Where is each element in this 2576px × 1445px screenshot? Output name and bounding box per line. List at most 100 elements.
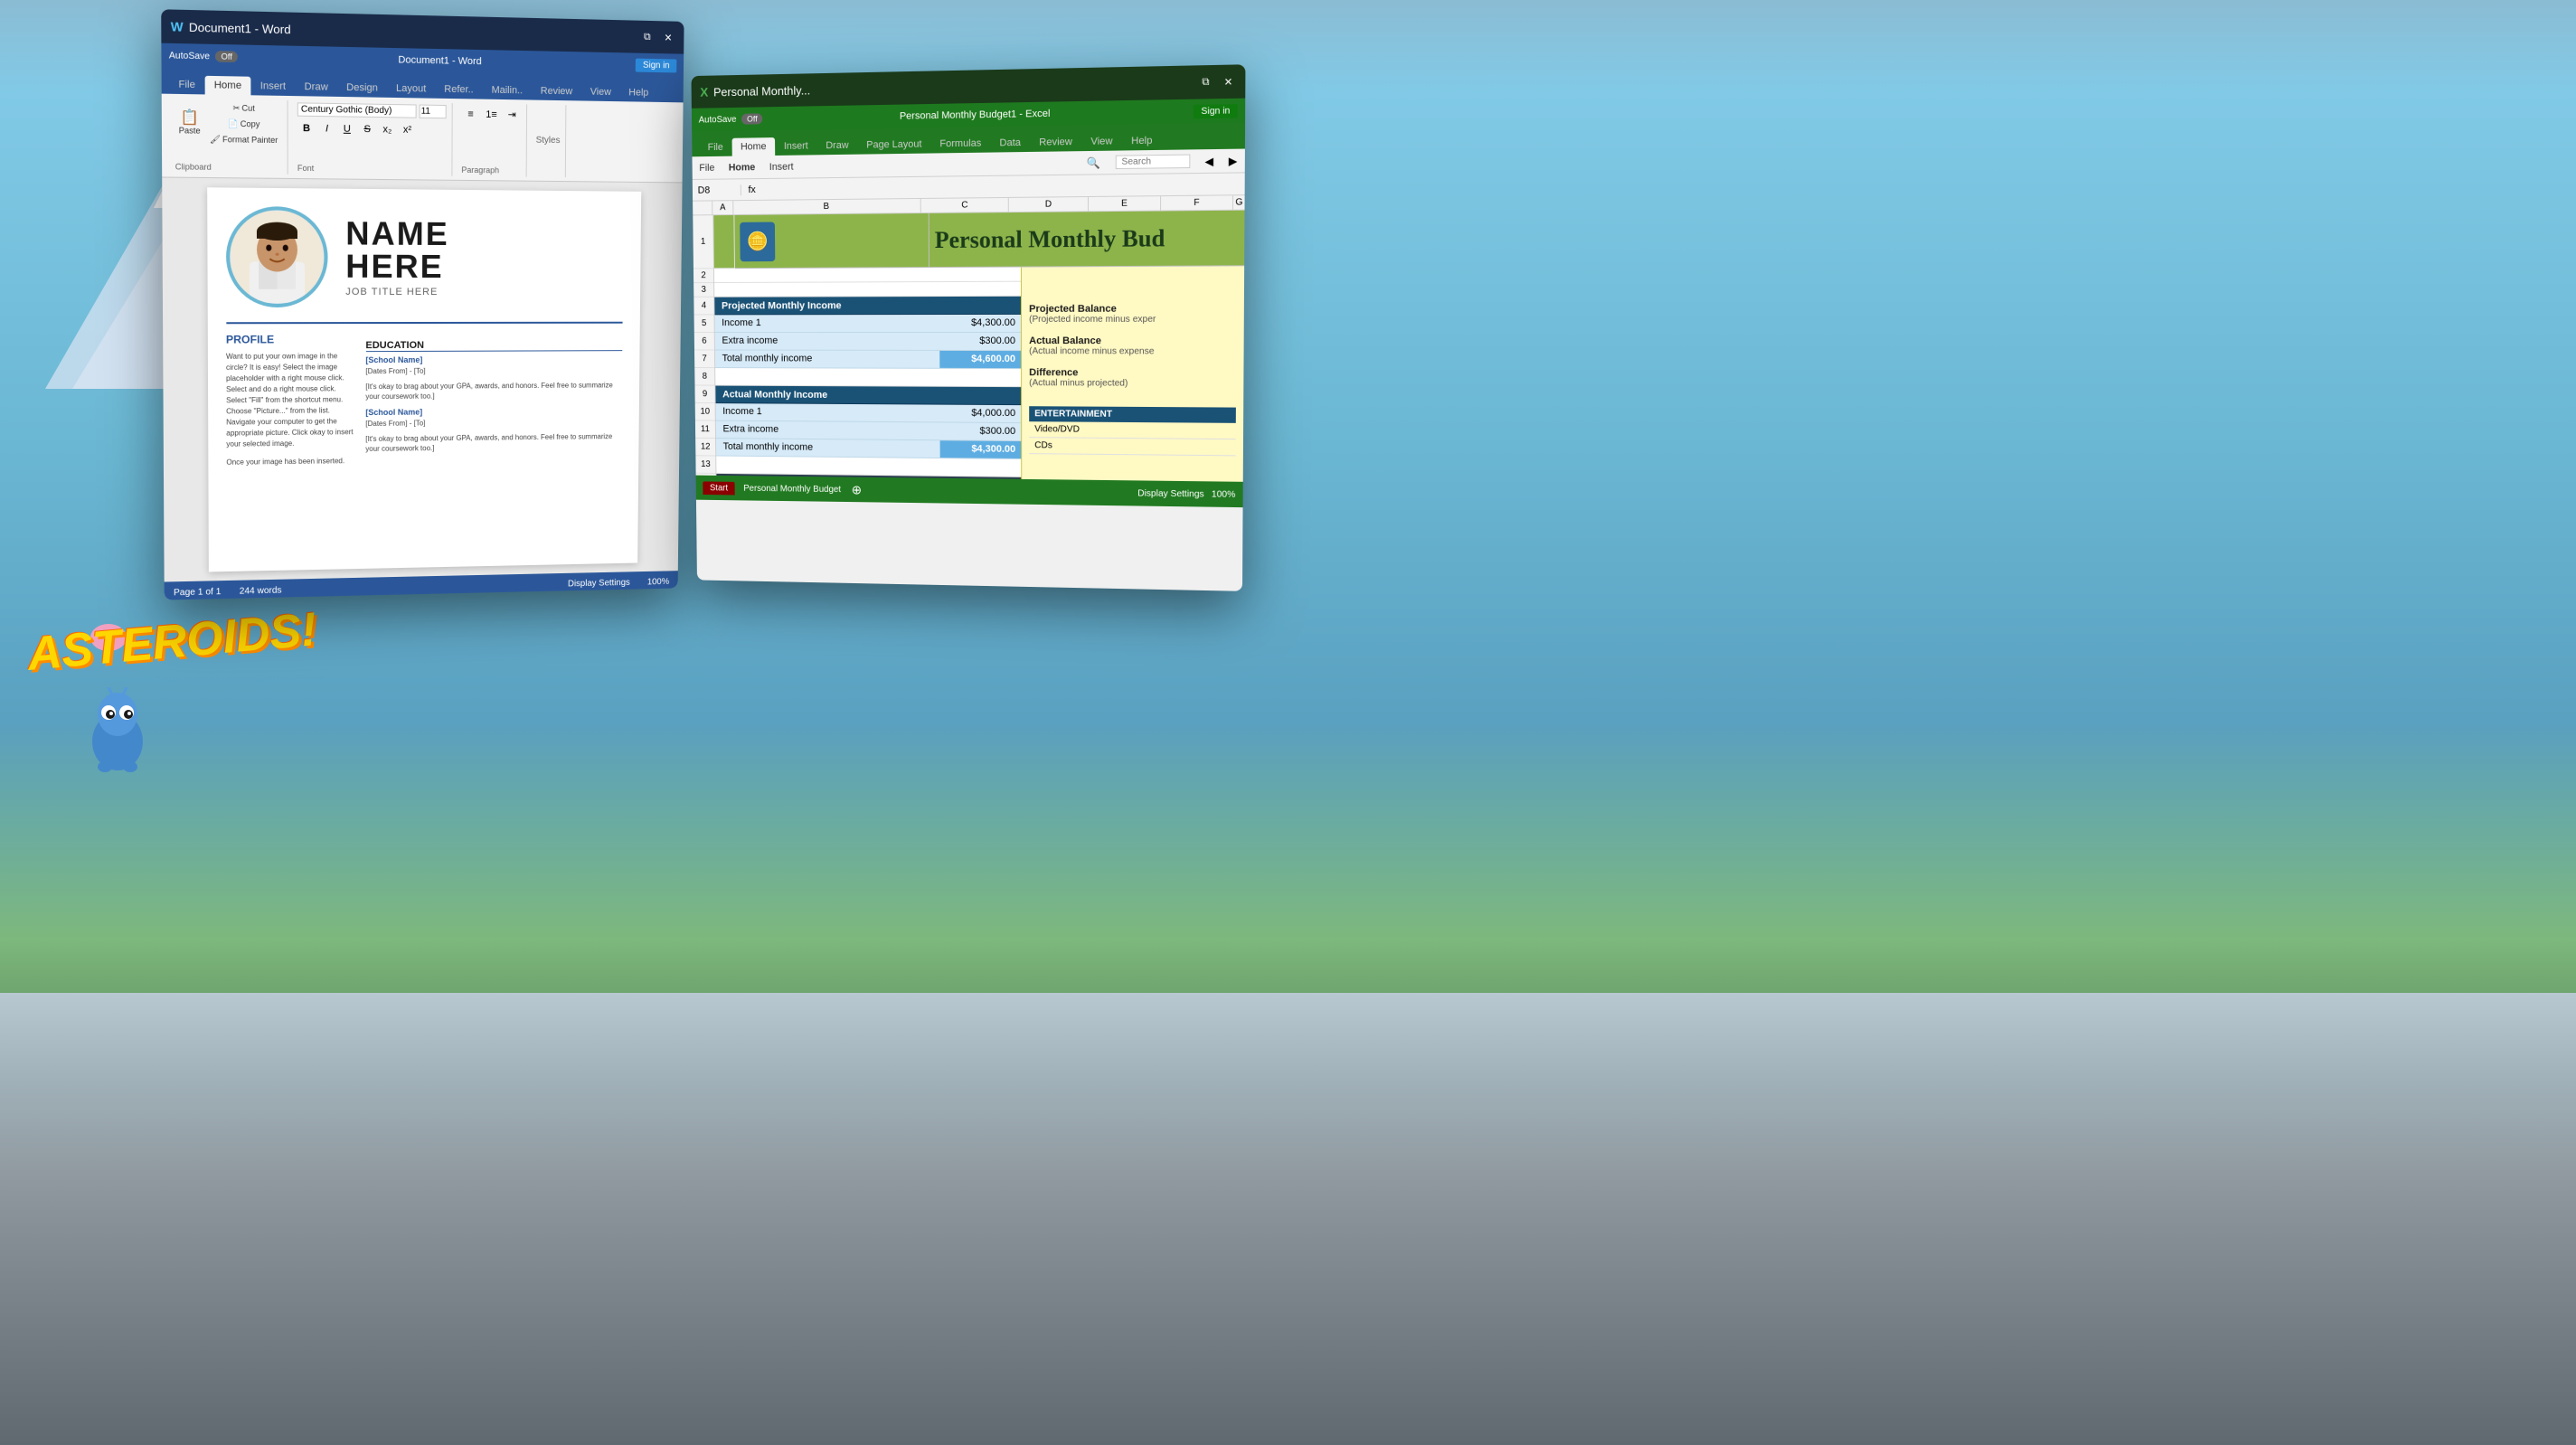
excel-spreadsheet: A B C D E F G 1 2 3 4 5 6 7 8 9 10 11 — [693, 195, 1245, 482]
excel-nav-forward[interactable]: ▶ — [1229, 154, 1238, 167]
row-num-3: 3 — [694, 283, 713, 298]
font-name-input[interactable] — [297, 102, 417, 118]
projected-extra-row[interactable]: Extra income $300.00 — [715, 333, 1021, 351]
blank-row-8 — [715, 368, 1021, 387]
copy-button[interactable]: 📄Copy — [206, 117, 282, 132]
projected-income-header: Projected Monthly Income — [714, 297, 1021, 316]
cell-a1[interactable] — [713, 215, 735, 269]
italic-button[interactable]: I — [317, 119, 335, 138]
word-page-status: Page 1 of 1 — [174, 587, 221, 598]
excel-insert-label[interactable]: Insert — [769, 161, 794, 172]
actual-income1-amount: $4,000.00 — [939, 405, 1021, 423]
actual-income1-row[interactable]: Income 1 $4,000.00 — [716, 403, 1022, 423]
excel-budget-title-cell[interactable]: 🪙 — [734, 213, 929, 269]
doc-right-column: EDUCATION [School Name] [Dates From] - [… — [365, 333, 622, 467]
word-tab-layout[interactable]: Layout — [387, 79, 435, 98]
cut-button[interactable]: ✂Cut — [206, 100, 282, 116]
col-header-e: E — [1089, 196, 1161, 211]
word-tab-references[interactable]: Refer.. — [435, 80, 482, 99]
entertainment-cds-row[interactable]: CDs — [1029, 438, 1235, 456]
superscript-button[interactable]: x² — [398, 120, 416, 139]
excel-autosave-toggle[interactable]: Off — [741, 113, 762, 124]
excel-display-settings[interactable]: Display Settings — [1137, 488, 1204, 499]
word-close-button[interactable]: ✕ — [661, 30, 675, 44]
word-tab-insert[interactable]: Insert — [250, 77, 295, 96]
school2-dates: [Dates From] - [To] — [365, 416, 621, 429]
person-illustration — [231, 211, 323, 303]
projected-total-row[interactable]: Total monthly income $4,600.00 — [715, 351, 1021, 370]
word-display-settings[interactable]: Display Settings — [568, 578, 630, 589]
actual-income-header: Actual Monthly Income — [715, 386, 1021, 406]
excel-cell-reference[interactable]: D8 — [698, 184, 741, 195]
sheet-tab-start[interactable]: Start — [703, 481, 735, 495]
font-size-input[interactable] — [420, 104, 447, 118]
underline-button[interactable]: U — [338, 119, 356, 138]
word-word-count: 244 words — [240, 585, 282, 596]
actual-extra-label: Extra income — [716, 421, 940, 440]
profile-image-circle[interactable] — [225, 206, 327, 307]
excel-search-input[interactable] — [1115, 155, 1190, 169]
excel-add-sheet[interactable]: ⊕ — [852, 482, 863, 497]
name-section: NAMEHERE JOB TITLE HERE — [345, 217, 623, 298]
strikethrough-button[interactable]: S — [358, 119, 376, 138]
col-header-c: C — [921, 198, 1009, 212]
bold-button[interactable]: B — [297, 118, 316, 137]
numbering-button[interactable]: 1≡ — [482, 105, 500, 123]
word-tab-help[interactable]: Help — [620, 83, 658, 102]
excel-home-label[interactable]: Home — [729, 162, 756, 173]
excel-file-label[interactable]: File — [699, 162, 714, 173]
excel-tab-help[interactable]: Help — [1122, 131, 1162, 150]
excel-tab-review[interactable]: Review — [1030, 133, 1081, 152]
excel-tab-home[interactable]: Home — [731, 137, 775, 156]
excel-tab-view[interactable]: View — [1081, 132, 1122, 151]
doc-left-column: PROFILE Want to put your own image in th… — [226, 333, 354, 468]
excel-formula-input[interactable] — [763, 184, 1240, 189]
word-tab-mailings[interactable]: Mailin.. — [483, 80, 532, 99]
entertainment-header: ENTERTAINMENT — [1029, 406, 1236, 423]
projected-income1-amount: $4,300.00 — [939, 315, 1021, 332]
excel-tab-file[interactable]: File — [699, 138, 732, 156]
excel-autosave-label: AutoSave — [699, 114, 737, 125]
word-signin-area[interactable]: Sign in — [636, 58, 676, 72]
excel-tab-pagelayout[interactable]: Page Layout — [857, 135, 930, 154]
excel-window[interactable]: X Personal Monthly... ⧉ ✕ AutoSave Off P… — [691, 64, 1245, 591]
word-tab-view[interactable]: View — [581, 82, 620, 101]
word-tab-design[interactable]: Design — [337, 78, 387, 97]
paste-button[interactable]: 📋 Paste — [175, 109, 203, 137]
entertainment-dvd-row[interactable]: Video/DVD — [1029, 421, 1236, 439]
blank-row-2 — [714, 268, 1021, 283]
excel-window-title: Personal Monthly... — [713, 83, 810, 99]
word-window[interactable]: W Document1 - Word ⧉ ✕ AutoSave Off Docu… — [161, 9, 684, 600]
projected-balance-title: Projected Balance — [1029, 303, 1236, 315]
word-restore-button[interactable]: ⧉ — [640, 30, 655, 44]
excel-close-button[interactable]: ✕ — [1221, 74, 1236, 90]
excel-signin-btn[interactable]: Sign in — [1194, 103, 1238, 118]
word-window-title: Document1 - Word — [189, 20, 291, 36]
excel-nav-back[interactable]: ◀ — [1204, 155, 1213, 168]
excel-full-title: Personal Monthly Budget1 - Excel — [768, 106, 1188, 124]
projected-total-amount: $4,600.00 — [939, 351, 1021, 368]
name-placeholder: NAMEHERE — [345, 217, 623, 283]
excel-budget-title-text-cell[interactable]: Personal Monthly Bud — [929, 211, 1245, 268]
row-num-2: 2 — [694, 269, 713, 283]
subscript-button[interactable]: x₂ — [378, 120, 396, 139]
word-autosave-toggle[interactable]: Off — [215, 51, 238, 62]
excel-tab-insert[interactable]: Insert — [775, 137, 817, 156]
paragraph-section: ≡ 1≡ ⇥ Paragraph — [456, 103, 527, 176]
projected-income1-row[interactable]: Income 1 $4,300.00 — [714, 315, 1021, 333]
excel-restore-button[interactable]: ⧉ — [1198, 74, 1213, 90]
word-tab-draw[interactable]: Draw — [295, 78, 337, 97]
excel-tab-formulas[interactable]: Formulas — [930, 134, 990, 153]
format-painter-button[interactable]: 🖌Format Painter — [206, 132, 282, 146]
word-tab-review[interactable]: Review — [532, 81, 581, 100]
school2-desc: [It's okay to brag about your GPA, award… — [365, 431, 621, 454]
col-header-row-num — [693, 201, 713, 214]
sheet-tab-budget[interactable]: Personal Monthly Budget — [737, 481, 848, 496]
word-tab-home[interactable]: Home — [204, 76, 250, 95]
excel-tab-draw[interactable]: Draw — [816, 137, 857, 156]
header-divider — [226, 322, 622, 325]
excel-tab-data[interactable]: Data — [990, 134, 1030, 153]
word-tab-file[interactable]: File — [169, 75, 204, 94]
indent-button[interactable]: ⇥ — [503, 106, 521, 124]
bullets-button[interactable]: ≡ — [462, 105, 480, 123]
